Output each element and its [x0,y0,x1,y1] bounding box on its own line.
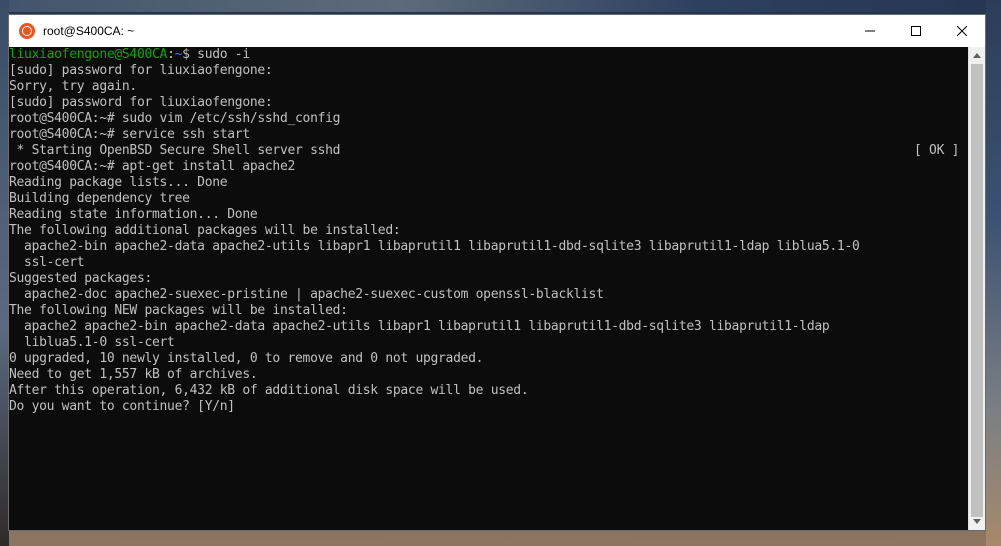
close-icon [957,26,967,36]
terminal-line-text: Sorry, try again. [9,79,137,94]
terminal-line-text: Suggested packages: [9,271,153,286]
terminal-line-text: apache2-bin apache2-data apache2-utils l… [9,239,860,254]
terminal-line: Suggested packages: [9,271,969,287]
maximize-button[interactable] [893,15,939,47]
terminal-line-text: root@S400CA:~# apt-get install apache2 [9,159,296,174]
title-bar[interactable]: root@S400CA: ~ [9,15,985,47]
prompt-user-host: liuxiaofengone@S400CA [9,47,168,62]
terminal-line-text: root@S400CA:~# sudo vim /etc/ssh/sshd_co… [9,111,341,126]
terminal-line-text: ssl-cert [9,255,85,270]
terminal-line-text: * Starting OpenBSD Secure Shell server s… [9,143,341,158]
terminal-window[interactable]: root@S400CA: ~ liuxiaofengone@S400CA:~$ [8,14,986,531]
terminal-line-text: Do you want to continue? [Y/n] [9,399,235,414]
terminal-line: root@S400CA:~# sudo vim /etc/ssh/sshd_co… [9,111,969,127]
terminal-line: root@S400CA:~# apt-get install apache2 [9,159,969,175]
window-controls [847,15,985,47]
terminal-line: * Starting OpenBSD Secure Shell server s… [9,143,969,159]
terminal-line-text: Need to get 1,557 kB of archives. [9,367,258,382]
terminal-output[interactable]: liuxiaofengone@S400CA:~$ sudo -i [sudo] p… [9,47,969,530]
terminal-line: Need to get 1,557 kB of archives. [9,367,969,383]
terminal-line: apache2 apache2-bin apache2-data apache2… [9,319,969,335]
terminal-line-text: $ sudo -i [182,47,250,62]
minimize-icon [865,30,875,32]
terminal-line: apache2-doc apache2-suexec-pristine | ap… [9,287,969,303]
terminal-line: ssl-cert [9,255,969,271]
minimize-button[interactable] [847,15,893,47]
terminal-line: [sudo] password for liuxiaofengone: [9,95,969,111]
terminal-line: root@S400CA:~# service ssh start [9,127,969,143]
terminal-line: Building dependency tree [9,191,969,207]
terminal-line-text: root@S400CA:~# service ssh start [9,127,250,142]
terminal-line-text: The following NEW packages will be insta… [9,303,348,318]
terminal-line-text: Reading state information... Done [9,207,258,222]
terminal-line-text: [sudo] password for liuxiaofengone: [9,95,273,110]
terminal-line-text: 0 upgraded, 10 newly installed, 0 to rem… [9,351,484,366]
desktop-right-strip [986,0,1001,546]
terminal-line: liuxiaofengone@S400CA:~$ sudo -i [9,47,250,62]
vertical-scrollbar[interactable] [968,47,985,530]
terminal-line: The following NEW packages will be insta… [9,303,969,319]
close-button[interactable] [939,15,985,47]
scroll-up-button[interactable] [969,47,985,64]
service-status-ok: [ OK ] [914,143,960,158]
terminal-line-text: The following additional packages will b… [9,223,401,238]
maximize-icon [911,26,921,36]
terminal-line: Reading state information... Done [9,207,969,223]
terminal-line-text: After this operation, 6,432 kB of additi… [9,383,529,398]
terminal-lines: liuxiaofengone@S400CA:~$ sudo -i [sudo] p… [9,47,969,415]
ubuntu-icon[interactable] [19,23,35,39]
terminal-line-text: apache2-doc apache2-suexec-pristine | ap… [9,287,604,302]
prompt-path: ~ [174,47,183,62]
terminal-line-text: apache2 apache2-bin apache2-data apache2… [9,319,830,334]
terminal-line-text: Building dependency tree [9,191,190,206]
desktop-top-strip [0,0,1001,12]
terminal-line: Sorry, try again. [9,79,969,95]
terminal-line: The following additional packages will b… [9,223,969,239]
terminal-line: [sudo] password for liuxiaofengone: [9,63,969,79]
terminal-line: liblua5.1-0 ssl-cert [9,335,969,351]
scroll-up-arrow-icon [973,53,981,58]
terminal-line: 0 upgraded, 10 newly installed, 0 to rem… [9,351,969,367]
terminal-line-text: liblua5.1-0 ssl-cert [9,335,175,350]
scroll-down-button[interactable] [969,513,985,530]
window-title: root@S400CA: ~ [43,24,135,38]
scroll-thumb[interactable] [971,64,983,517]
terminal-line: Do you want to continue? [Y/n] [9,399,969,415]
terminal-line: apache2-bin apache2-data apache2-utils l… [9,239,969,255]
terminal-line-text: [sudo] password for liuxiaofengone: [9,63,273,78]
scroll-down-arrow-icon [973,519,981,524]
terminal-line: After this operation, 6,432 kB of additi… [9,383,969,399]
terminal-line-text: Reading package lists... Done [9,175,228,190]
terminal-line: Reading package lists... Done [9,175,969,191]
